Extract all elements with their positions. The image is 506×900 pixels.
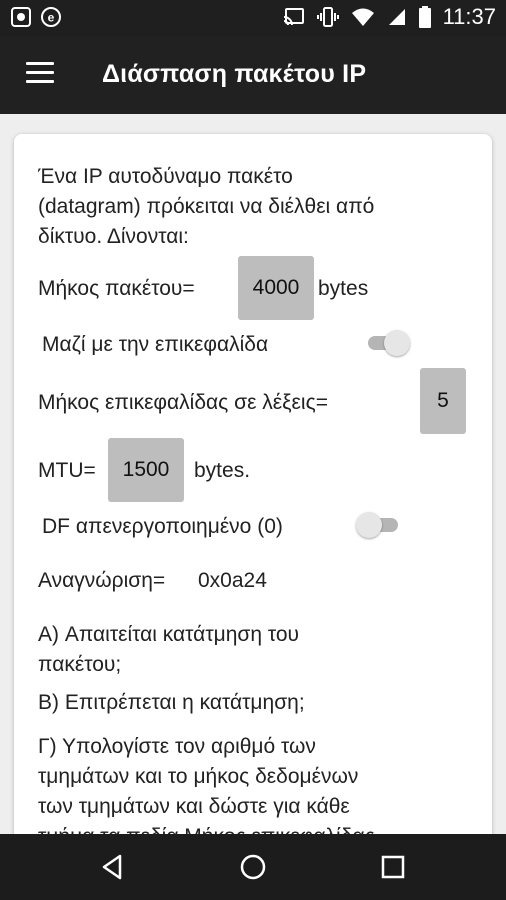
status-bar: e 11:37: [0, 0, 506, 36]
identification-label: Αναγνώριση=: [38, 569, 166, 592]
menu-icon[interactable]: [26, 62, 54, 86]
question-c-line-4: τμήμα τα πεδία Μήκος επικεφαλίδας: [38, 822, 375, 834]
question-a-line-2: πακέτου;: [38, 653, 122, 676]
mtu-unit: bytes.: [194, 459, 251, 482]
problem-card: Ένα IP αυτοδύναμο πακέτο (datagram) πρόκ…: [14, 134, 492, 834]
question-b: B) Επιτρέπεται η κατάτμηση;: [38, 691, 305, 714]
question-a-line-1: A) Απαιτείται κατάτμηση του: [38, 623, 300, 646]
with-header-label: Μαζί με την επικεφαλίδα: [42, 333, 269, 356]
app-bar: Διάσπαση πακέτου IP: [0, 36, 506, 114]
df-toggle[interactable]: [356, 512, 402, 538]
question-c-line-1: Γ) Υπολογίστε τον αριθμό των: [38, 735, 316, 758]
battery-icon: [418, 6, 431, 28]
back-icon[interactable]: [96, 850, 130, 884]
status-time: 11:37: [442, 4, 496, 29]
recents-icon[interactable]: [376, 850, 410, 884]
toggle-thumb: [384, 330, 410, 356]
intro-line-1: Ένα IP αυτοδύναμο πακέτο: [38, 165, 293, 188]
screenshot-icon: [11, 7, 31, 27]
packet-length-value[interactable]: 4000: [238, 256, 314, 320]
svg-text:e: e: [48, 11, 55, 25]
home-icon[interactable]: [236, 850, 270, 884]
header-words-label: Μήκος επικεφαλίδας σε λέξεις=: [38, 391, 328, 414]
navigation-bar: [0, 834, 506, 900]
vibrate-icon: [316, 7, 339, 27]
intro-line-2: (datagram) πρόκειται να διέλθει από: [38, 195, 375, 218]
identification-value: 0x0a24: [198, 569, 267, 592]
toggle-thumb: [356, 512, 382, 538]
cast-icon: [283, 8, 304, 26]
packet-length-unit: bytes: [318, 277, 369, 300]
question-c-line-3: των τμημάτων και δώστε για κάθε: [38, 795, 350, 818]
wifi-icon: [351, 8, 374, 26]
mtu-label: MTU=: [38, 459, 96, 482]
question-c-line-2: τμημάτων και το μήκος δεδομένων: [38, 765, 359, 788]
mtu-value[interactable]: 1500: [108, 438, 184, 502]
status-right-icons: 11:37: [283, 4, 496, 30]
df-label: DF απενεργοποιημένο (0): [42, 515, 283, 538]
signal-icon: [388, 9, 405, 25]
header-words-value[interactable]: 5: [420, 368, 466, 434]
packet-length-label: Μήκος πακέτου=: [38, 277, 195, 300]
intro-line-3: δίκτυο. Δίνονται:: [38, 225, 189, 248]
content-area[interactable]: Ένα IP αυτοδύναμο πακέτο (datagram) πρόκ…: [0, 114, 506, 834]
with-header-toggle[interactable]: [364, 330, 410, 356]
status-left-icons: e: [10, 6, 62, 28]
app-title: Διάσπαση πακέτου IP: [102, 60, 367, 88]
e-badge-icon: e: [41, 7, 61, 27]
